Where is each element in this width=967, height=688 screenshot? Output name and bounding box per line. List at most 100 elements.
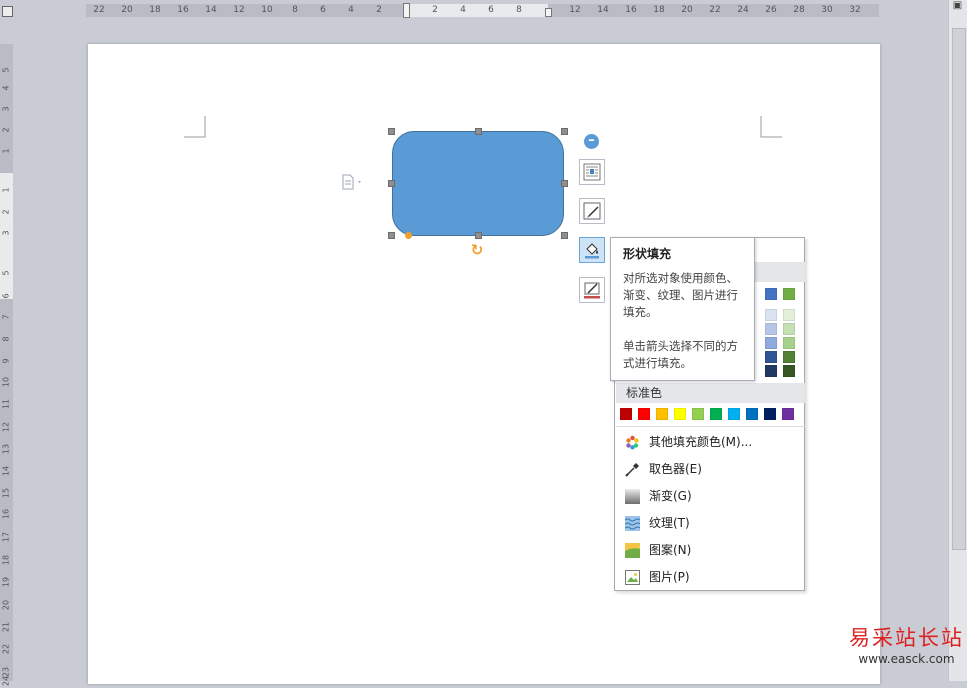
resize-handle-e[interactable] [561, 180, 568, 187]
color-swatch[interactable] [765, 323, 777, 335]
shape-fill-icon [585, 243, 599, 259]
color-swatch[interactable] [620, 408, 632, 420]
tooltip-hint: 单击箭头选择不同的方式进行填充。 [623, 339, 738, 370]
menu-item-label: 取色器(E) [649, 462, 702, 476]
ruler-tick-label: 20 [121, 5, 133, 15]
vertical-ruler[interactable]: 5 4 3 2 1 1 2 3 5 6 7 8 9 10 11 12 13 14 15 16 17 18 19 20 21 22 2… [0, 44, 13, 686]
color-swatch[interactable] [783, 323, 795, 335]
color-swatch[interactable] [765, 351, 777, 363]
menu-divider [616, 426, 805, 427]
color-swatch[interactable] [765, 337, 777, 349]
ruler-tick-label: 2 [1, 209, 11, 215]
color-swatch[interactable] [746, 408, 758, 420]
menu-item-label: 纹理(T) [649, 516, 690, 530]
color-swatch[interactable] [783, 365, 795, 377]
ruler-tick-label: 3 [1, 106, 11, 112]
menu-item-label: 渐变(G) [649, 489, 692, 503]
ruler-tick-label: 14 [205, 5, 217, 15]
ruler-tick-label: 16 [177, 5, 189, 15]
texture-item[interactable]: 纹理(T) [616, 510, 805, 536]
ruler-tick-label: 16 [1, 508, 11, 520]
adjustment-handle[interactable] [405, 232, 412, 239]
ruler-tick-label: 30 [821, 5, 833, 15]
menu-item-label: 其他填充颜色(M)... [649, 435, 753, 449]
picture-item[interactable]: 图片(P) [616, 564, 805, 590]
ruler-tick-label: 18 [1, 554, 11, 566]
ruler-tick-label: 24 [1, 675, 11, 687]
pattern-item[interactable]: 图案(N) [616, 537, 805, 563]
ruler-tick-label: 2 [432, 5, 438, 15]
watermark-url: www.easck.com [858, 652, 955, 666]
color-swatch[interactable] [783, 309, 795, 321]
color-swatch[interactable] [674, 408, 686, 420]
color-wheel-icon [626, 435, 639, 450]
color-swatch[interactable] [765, 288, 777, 300]
gradient-item[interactable]: 渐变(G) [616, 483, 805, 509]
ruler-tick-label: 12 [233, 5, 245, 15]
ruler-tick-label: 20 [681, 5, 693, 15]
rotate-handle-icon[interactable]: ↻ [469, 242, 485, 258]
scrollbar-thumb[interactable] [952, 28, 966, 550]
ruler-tick-label: 16 [625, 5, 637, 15]
horizontal-ruler[interactable]: 22 20 18 16 14 12 10 8 6 4 2 2 4 6 8 12 14 16 18 20 22 24 26 28… [86, 3, 879, 18]
ruler-tick-label: 15 [1, 487, 11, 499]
ruler-tick-label: 9 [1, 358, 11, 364]
resize-handle-w[interactable] [388, 180, 395, 187]
color-swatch[interactable] [638, 408, 650, 420]
shape-outline-button[interactable] [579, 277, 605, 303]
texture-icon [625, 516, 640, 531]
ruler-tick-label: 1 [1, 187, 11, 193]
layout-options-icon [583, 163, 601, 181]
resize-handle-n[interactable] [475, 128, 482, 135]
color-swatch[interactable] [765, 309, 777, 321]
resize-handle-se[interactable] [561, 232, 568, 239]
ruler-tick-label: 22 [93, 5, 105, 15]
shape-fill-button[interactable] [579, 237, 605, 263]
minus-circle-icon[interactable]: – [584, 134, 599, 149]
ruler-active-area [406, 4, 548, 17]
layout-options-button[interactable] [579, 159, 605, 185]
ruler-tick-label: 8 [1, 336, 11, 342]
view-toggle-icon[interactable]: ▣ [950, 0, 965, 14]
color-swatch[interactable] [783, 288, 795, 300]
color-swatch[interactable] [710, 408, 722, 420]
rounded-rectangle-shape[interactable] [392, 131, 564, 236]
ruler-tick-label: 4 [460, 5, 466, 15]
color-swatch[interactable] [783, 337, 795, 349]
ruler-tick-label: 22 [1, 643, 11, 655]
gradient-icon [625, 489, 640, 504]
color-swatch[interactable] [728, 408, 740, 420]
ruler-tick-label: 21 [1, 621, 11, 633]
resize-handle-ne[interactable] [561, 128, 568, 135]
color-swatch[interactable] [764, 408, 776, 420]
color-swatch[interactable] [692, 408, 704, 420]
paste-options-icon[interactable] [341, 174, 365, 190]
ruler-tick-label: 28 [793, 5, 805, 15]
ruler-tick-label: 4 [1, 85, 11, 91]
ruler-tick-label: 20 [1, 599, 11, 611]
color-swatch[interactable] [765, 365, 777, 377]
ruler-tick-label: 11 [1, 398, 11, 410]
ruler-tick-label: 26 [765, 5, 777, 15]
ruler-tick-label: 2 [1, 127, 11, 133]
eyedropper-item[interactable]: 取色器(E) [616, 456, 805, 482]
resize-handle-sw[interactable] [388, 232, 395, 239]
color-swatch[interactable] [783, 351, 795, 363]
right-indent-marker[interactable] [545, 8, 552, 17]
vertical-scrollbar[interactable] [948, 0, 967, 681]
ruler-tick-label: 14 [597, 5, 609, 15]
more-fill-colors-item[interactable]: 其他填充颜色(M)... [616, 429, 805, 455]
color-swatch[interactable] [782, 408, 794, 420]
shape-style-button[interactable] [579, 198, 605, 224]
tab-selector-icon[interactable] [2, 6, 13, 17]
ruler-tick-label: 8 [516, 5, 522, 15]
ruler-tick-label: 2 [376, 5, 382, 15]
ruler-tick-label: 12 [569, 5, 581, 15]
ruler-tick-label: 7 [1, 314, 11, 320]
resize-handle-nw[interactable] [388, 128, 395, 135]
ruler-tick-label: 1 [1, 148, 11, 154]
resize-handle-s[interactable] [475, 232, 482, 239]
left-indent-marker[interactable] [403, 3, 410, 18]
color-swatch[interactable] [656, 408, 668, 420]
menu-item-label: 图案(N) [649, 543, 692, 557]
